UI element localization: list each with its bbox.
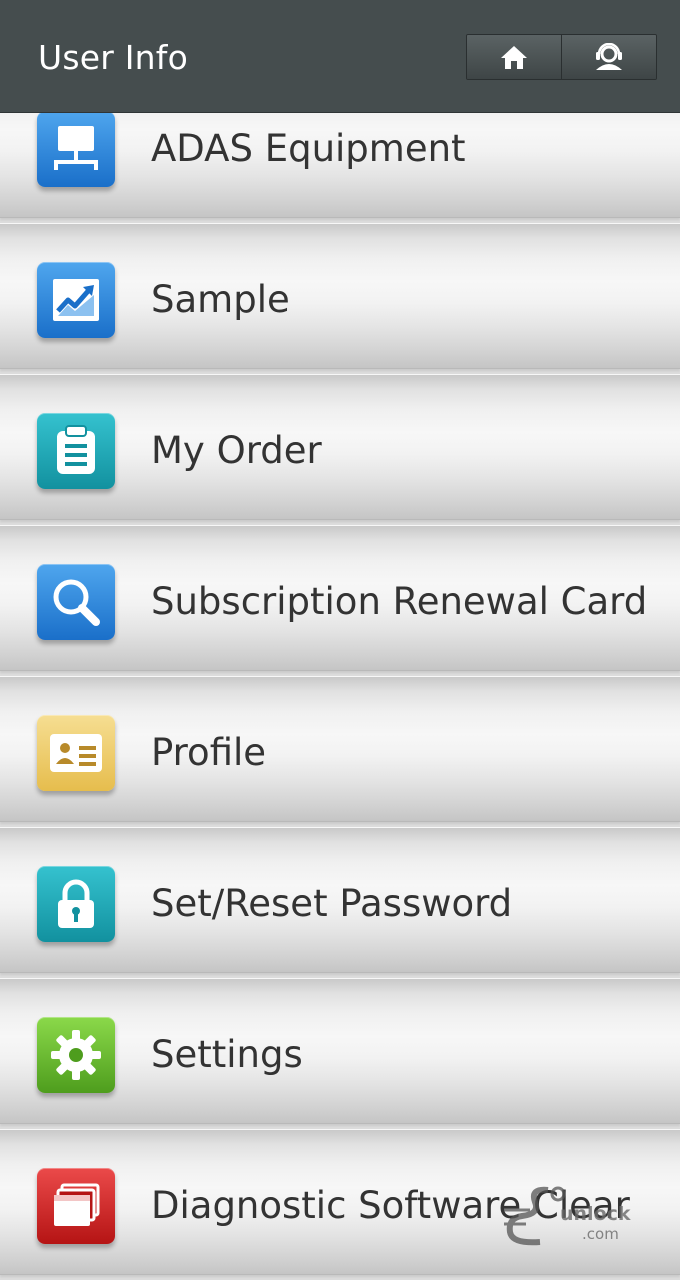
search-magnifier-icon (37, 564, 115, 640)
menu-item-my-order[interactable]: My Order (0, 374, 680, 520)
gear-icon (37, 1017, 115, 1093)
menu-item-sample[interactable]: Sample (0, 223, 680, 369)
header-button-group (466, 34, 657, 80)
menu-list: ADAS Equipment Sample My Order Subscript… (0, 70, 680, 1280)
menu-item-label: Sample (151, 278, 290, 321)
menu-item-label: My Order (151, 429, 322, 472)
chart-trend-icon (37, 262, 115, 338)
lock-icon (37, 866, 115, 942)
watermark-subtext: .com (582, 1225, 619, 1243)
menu-item-profile[interactable]: Profile (0, 676, 680, 822)
menu-item-label: Settings (151, 1033, 303, 1076)
windows-stack-icon (37, 1168, 115, 1244)
home-button[interactable] (467, 35, 561, 79)
id-card-icon (37, 715, 115, 791)
user-info-screen: ADAS Equipment Sample My Order Subscript… (0, 0, 680, 1280)
home-icon (500, 44, 528, 70)
network-equipment-icon (37, 111, 115, 187)
menu-item-set-reset-password[interactable]: Set/Reset Password (0, 827, 680, 973)
menu-item-label: Profile (151, 731, 267, 774)
customer-service-icon (593, 43, 625, 71)
page-title: User Info (38, 38, 188, 77)
watermark-text: unlock (560, 1203, 631, 1225)
customer-service-button[interactable] (561, 35, 656, 79)
clipboard-icon (37, 413, 115, 489)
menu-item-subscription-renewal-card[interactable]: Subscription Renewal Card (0, 525, 680, 671)
menu-item-settings[interactable]: Settings (0, 978, 680, 1124)
menu-item-label: Subscription Renewal Card (151, 580, 648, 623)
app-header: User Info (0, 0, 680, 113)
menu-item-label: ADAS Equipment (151, 127, 466, 170)
menu-item-label: Set/Reset Password (151, 882, 513, 925)
